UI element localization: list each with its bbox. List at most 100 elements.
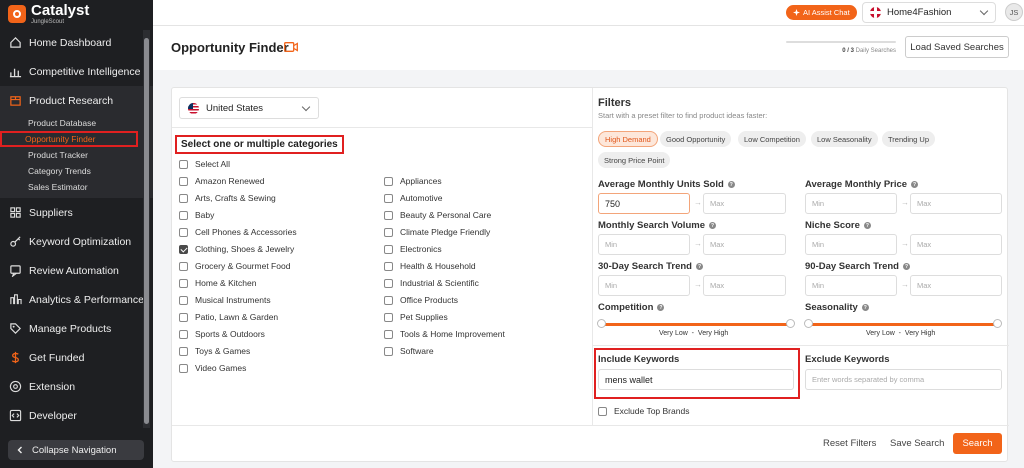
- category-checkbox[interactable]: Office Products: [384, 294, 458, 306]
- category-checkbox[interactable]: Toys & Games: [179, 345, 250, 357]
- sidebar-item-suppliers[interactable]: Suppliers: [0, 198, 153, 227]
- account-selector[interactable]: Home4Fashion: [862, 2, 996, 23]
- sidebar-subitem-opportunity-finder[interactable]: Opportunity Finder: [0, 131, 138, 147]
- sidebar-item-extension[interactable]: Extension: [0, 372, 153, 401]
- select-all-checkbox[interactable]: Select All: [179, 158, 230, 170]
- category-checkbox[interactable]: Sports & Outdoors: [179, 328, 265, 340]
- category-checkbox[interactable]: Video Games: [179, 362, 246, 374]
- category-checkbox[interactable]: Automotive: [384, 192, 443, 204]
- checkbox-box[interactable]: [598, 406, 607, 416]
- exclude-top-brands-checkbox[interactable]: Exclude Top Brands: [598, 406, 689, 416]
- brand-logo[interactable]: Catalyst JungleScout: [0, 0, 153, 28]
- category-checkbox[interactable]: Tools & Home Improvement: [384, 328, 505, 340]
- category-checkbox[interactable]: Health & Household: [384, 260, 476, 272]
- category-checkbox[interactable]: Grocery & Gourmet Food: [179, 260, 290, 272]
- info-icon[interactable]: ?: [911, 181, 919, 188]
- sidebar-subitem-category-trends[interactable]: Category Trends: [0, 163, 153, 179]
- units-sold-max-input[interactable]: Max: [703, 193, 786, 214]
- sidebar-item-product-research[interactable]: Product Research: [0, 86, 153, 115]
- include-keywords-input[interactable]: mens wallet: [598, 369, 794, 390]
- scroll-thumb[interactable]: [144, 38, 149, 424]
- info-icon[interactable]: ?: [727, 181, 735, 188]
- info-icon[interactable]: ?: [708, 222, 716, 229]
- checkbox-box[interactable]: [384, 329, 393, 339]
- checkbox-box[interactable]: [179, 363, 188, 373]
- category-checkbox[interactable]: Home & Kitchen: [179, 277, 256, 289]
- checkbox-box[interactable]: [384, 312, 393, 322]
- preset-high-demand[interactable]: High Demand: [598, 131, 658, 147]
- monthly-price-min-input[interactable]: Min: [805, 193, 897, 214]
- info-icon[interactable]: ?: [696, 263, 703, 270]
- category-checkbox[interactable]: Clothing, Shoes & Jewelry: [179, 243, 294, 255]
- exclude-keywords-input[interactable]: Enter words separated by comma: [805, 369, 1002, 390]
- sidebar-item-analytics-performance[interactable]: Analytics & Performance: [0, 285, 153, 314]
- search-volume-min-input[interactable]: Min: [598, 234, 690, 255]
- info-icon[interactable]: ?: [657, 304, 665, 311]
- sidebar-scrollbar[interactable]: [143, 30, 150, 428]
- checkbox-box[interactable]: [384, 210, 393, 220]
- info-icon[interactable]: ?: [861, 304, 869, 311]
- category-checkbox[interactable]: Software: [384, 345, 434, 357]
- sidebar-subitem-product-tracker[interactable]: Product Tracker: [0, 147, 153, 163]
- category-checkbox[interactable]: Arts, Crafts & Sewing: [179, 192, 276, 204]
- category-checkbox[interactable]: Baby: [179, 209, 214, 221]
- category-checkbox[interactable]: Musical Instruments: [179, 294, 271, 306]
- sidebar-item-manage-products[interactable]: Manage Products: [0, 314, 153, 343]
- category-checkbox[interactable]: Electronics: [384, 243, 442, 255]
- preset-good-opportunity[interactable]: Good Opportunity: [660, 131, 732, 147]
- sidebar-item-developer[interactable]: Developer: [0, 401, 153, 430]
- category-checkbox[interactable]: Beauty & Personal Care: [384, 209, 491, 221]
- checkbox-box[interactable]: [179, 244, 188, 254]
- marketplace-select[interactable]: United States: [179, 97, 319, 119]
- checkbox-box[interactable]: [179, 159, 188, 169]
- category-checkbox[interactable]: Amazon Renewed: [179, 175, 264, 187]
- sidebar-subitem-product-database[interactable]: Product Database: [0, 115, 153, 131]
- checkbox-box[interactable]: [384, 261, 393, 271]
- checkbox-box[interactable]: [179, 329, 188, 339]
- video-tutorial-icon[interactable]: [284, 42, 298, 52]
- slider-handle-max[interactable]: [993, 319, 1002, 328]
- checkbox-box[interactable]: [179, 193, 188, 203]
- niche-score-min-input[interactable]: Min: [805, 234, 897, 255]
- slider-handle-min[interactable]: [597, 319, 606, 328]
- category-checkbox[interactable]: Cell Phones & Accessories: [179, 226, 297, 238]
- checkbox-box[interactable]: [384, 193, 393, 203]
- save-search-button[interactable]: Save Search: [890, 438, 944, 449]
- checkbox-box[interactable]: [384, 295, 393, 305]
- trend-30-max-input[interactable]: Max: [703, 275, 786, 296]
- trend-30-min-input[interactable]: Min: [598, 275, 690, 296]
- preset-low-seasonality[interactable]: Low Seasonality: [811, 131, 878, 147]
- checkbox-box[interactable]: [384, 176, 393, 186]
- checkbox-box[interactable]: [179, 295, 188, 305]
- trend-90-max-input[interactable]: Max: [910, 275, 1002, 296]
- monthly-price-max-input[interactable]: Max: [910, 193, 1002, 214]
- checkbox-box[interactable]: [179, 210, 188, 220]
- category-checkbox[interactable]: Pet Supplies: [384, 311, 448, 323]
- niche-score-max-input[interactable]: Max: [910, 234, 1002, 255]
- avatar[interactable]: JS: [1005, 3, 1023, 21]
- category-checkbox[interactable]: Patio, Lawn & Garden: [179, 311, 278, 323]
- checkbox-box[interactable]: [179, 278, 188, 288]
- sidebar-item-competitive-intelligence[interactable]: Competitive Intelligence: [0, 57, 153, 86]
- category-checkbox[interactable]: Appliances: [384, 175, 442, 187]
- checkbox-box[interactable]: [179, 312, 188, 322]
- units-sold-min-input[interactable]: 750: [598, 193, 690, 214]
- checkbox-box[interactable]: [384, 227, 393, 237]
- preset-low-competition[interactable]: Low Competition: [738, 131, 806, 147]
- preset-trending-up[interactable]: Trending Up: [882, 131, 935, 147]
- sidebar-item-get-funded[interactable]: Get Funded: [0, 343, 153, 372]
- sidebar-item-review-automation[interactable]: Review Automation: [0, 256, 153, 285]
- checkbox-box[interactable]: [179, 346, 188, 356]
- sidebar-subitem-sales-estimator[interactable]: Sales Estimator: [0, 179, 153, 195]
- info-icon[interactable]: ?: [903, 263, 910, 270]
- slider-handle-max[interactable]: [786, 319, 795, 328]
- checkbox-box[interactable]: [179, 227, 188, 237]
- checkbox-box[interactable]: [384, 278, 393, 288]
- search-button[interactable]: Search: [953, 433, 1002, 454]
- category-checkbox[interactable]: Climate Pledge Friendly: [384, 226, 490, 238]
- ai-assist-chat-button[interactable]: AI Assist Chat: [786, 5, 857, 20]
- sidebar-item-keyword-optimization[interactable]: Keyword Optimization: [0, 227, 153, 256]
- reset-filters-button[interactable]: Reset Filters: [823, 438, 876, 449]
- trend-90-min-input[interactable]: Min: [805, 275, 897, 296]
- checkbox-box[interactable]: [384, 244, 393, 254]
